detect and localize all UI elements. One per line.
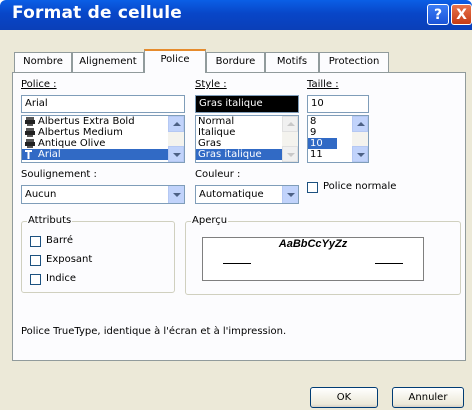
printer-font-icon bbox=[25, 117, 35, 126]
chevron-down-icon bbox=[287, 193, 295, 197]
list-item-selected[interactable]: Arial bbox=[22, 149, 184, 160]
exposant-label: Exposant bbox=[46, 254, 93, 265]
apercu-group: Aperçu AaBbCcYyZz bbox=[185, 215, 461, 295]
arrow-down-icon bbox=[357, 153, 365, 157]
title-bar[interactable]: Format de cellule ? X bbox=[0, 0, 472, 30]
exposant-checkbox[interactable] bbox=[30, 255, 41, 266]
couleur-label: Couleur : bbox=[195, 169, 241, 180]
soulignement-label: Soulignement : bbox=[21, 169, 97, 180]
printer-font-icon bbox=[25, 139, 35, 148]
taille-list[interactable]: 8 9 10 11 bbox=[307, 115, 369, 163]
scroll-down-button[interactable] bbox=[168, 146, 184, 162]
tab-nombre[interactable]: Nombre bbox=[14, 52, 72, 72]
couleur-select[interactable]: Automatique bbox=[195, 185, 299, 204]
soulignement-select[interactable]: Aucun bbox=[21, 185, 185, 204]
indice-checkbox[interactable] bbox=[30, 274, 41, 285]
police-scrollbar[interactable] bbox=[168, 116, 184, 162]
style-input[interactable]: Gras italique bbox=[195, 95, 299, 113]
baseline-right bbox=[375, 263, 403, 264]
couleur-dropdown-button[interactable] bbox=[282, 186, 298, 203]
close-button[interactable]: X bbox=[451, 4, 472, 25]
preview-sample: AaBbCcYyZz bbox=[278, 238, 348, 250]
scroll-down-button[interactable] bbox=[282, 146, 298, 162]
attributs-title: Attributs bbox=[27, 215, 73, 226]
list-item[interactable]: Albertus Medium bbox=[22, 127, 184, 138]
indice-label: Indice bbox=[46, 273, 77, 284]
soulignement-dropdown-button[interactable] bbox=[168, 186, 184, 203]
taille-label: Taille : bbox=[307, 79, 339, 90]
soulignement-value: Aucun bbox=[25, 189, 57, 200]
arrow-down-icon bbox=[287, 153, 295, 157]
apercu-title: Aperçu bbox=[191, 215, 229, 226]
style-scrollbar[interactable] bbox=[282, 116, 298, 162]
list-item[interactable]: Albertus Extra Bold bbox=[22, 116, 184, 127]
police-normale-label: Police normale bbox=[323, 181, 397, 192]
police-input[interactable]: Arial bbox=[21, 95, 185, 113]
tab-bordure[interactable]: Bordure bbox=[206, 52, 265, 72]
police-label: Police : bbox=[21, 79, 57, 90]
chevron-down-icon bbox=[173, 193, 181, 197]
arrow-up-icon bbox=[173, 122, 181, 126]
font-preview: AaBbCcYyZz bbox=[202, 237, 424, 281]
ok-button[interactable]: OK bbox=[310, 387, 378, 408]
barre-checkbox[interactable] bbox=[30, 236, 41, 247]
police-normale-checkbox[interactable] bbox=[307, 182, 318, 193]
font-info-text: Police TrueType, identique à l'écran et … bbox=[21, 326, 287, 337]
printer-font-icon bbox=[25, 128, 35, 137]
cancel-button[interactable]: Annuler bbox=[392, 387, 464, 408]
scroll-up-button[interactable] bbox=[282, 116, 298, 132]
couleur-value: Automatique bbox=[199, 189, 264, 200]
attributs-group: Attributs Barré Exposant Indice bbox=[21, 215, 175, 293]
list-item[interactable]: Antique Olive bbox=[22, 138, 184, 149]
police-panel: Police : Arial Albertus Extra Bold Alber… bbox=[12, 72, 466, 361]
taille-scrollbar[interactable] bbox=[352, 116, 368, 162]
list-item-selected[interactable]: 10 bbox=[308, 138, 337, 149]
tab-police[interactable]: Police bbox=[144, 49, 206, 73]
window-title: Format de cellule bbox=[12, 3, 182, 23]
font-name: Albertus Extra Bold bbox=[38, 116, 135, 127]
font-name: Arial bbox=[38, 149, 61, 160]
taille-input[interactable]: 10 bbox=[307, 95, 369, 113]
baseline-left bbox=[223, 263, 251, 264]
style-label: Style : bbox=[195, 79, 227, 90]
arrow-up-icon bbox=[357, 122, 365, 126]
tab-protection[interactable]: Protection bbox=[319, 52, 389, 72]
truetype-icon bbox=[25, 150, 32, 159]
scroll-up-button[interactable] bbox=[352, 116, 368, 132]
help-button[interactable]: ? bbox=[427, 4, 449, 25]
arrow-down-icon bbox=[173, 153, 181, 157]
font-name: Albertus Medium bbox=[38, 127, 123, 138]
dialog-body: Nombre Alignement Police Bordure Motifs … bbox=[0, 30, 472, 410]
font-name: Antique Olive bbox=[38, 138, 106, 149]
arrow-up-icon bbox=[287, 122, 295, 126]
tab-motifs[interactable]: Motifs bbox=[265, 52, 319, 72]
scroll-down-button[interactable] bbox=[352, 146, 368, 162]
style-list[interactable]: Normal Italique Gras Gras italique bbox=[195, 115, 299, 163]
tab-alignement[interactable]: Alignement bbox=[72, 52, 144, 72]
barre-label: Barré bbox=[46, 235, 73, 246]
police-list[interactable]: Albertus Extra Bold Albertus Medium Anti… bbox=[21, 115, 185, 163]
scroll-up-button[interactable] bbox=[168, 116, 184, 132]
